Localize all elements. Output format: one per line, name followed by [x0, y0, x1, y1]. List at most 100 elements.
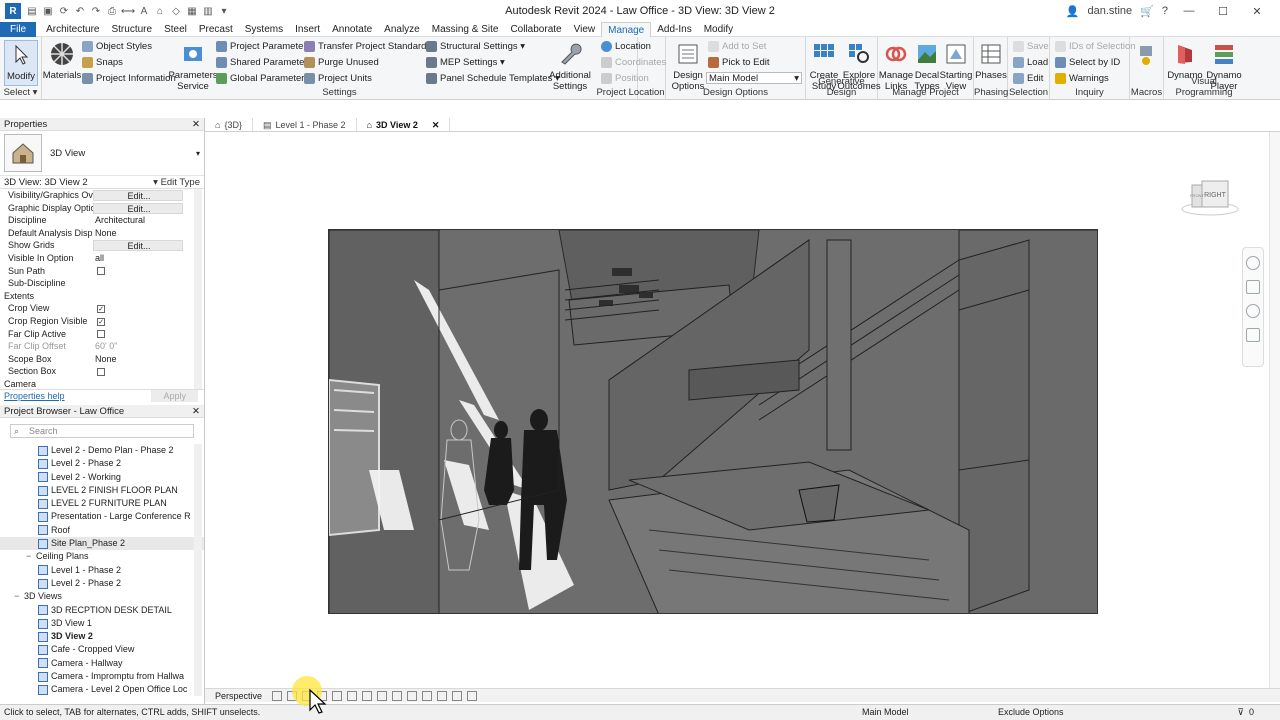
- tab-steel[interactable]: Steel: [158, 22, 193, 37]
- tree-item[interactable]: LEVEL 2 FURNITURE PLAN: [0, 497, 204, 510]
- structural-settings-button[interactable]: Structural Settings ▾: [426, 41, 525, 52]
- tree-item[interactable]: 3D View 1: [0, 617, 204, 630]
- purge-unused-button[interactable]: Purge Unused: [304, 57, 379, 68]
- global-parameters-button[interactable]: Global Parameters: [216, 73, 309, 84]
- exclude-options-toggle[interactable]: Exclude Options: [998, 705, 1064, 720]
- reveal-hidden-icon[interactable]: [407, 690, 418, 701]
- property-row[interactable]: Far Clip Offset 60' 0": [0, 340, 204, 353]
- print-icon[interactable]: ⎙: [105, 4, 119, 18]
- steering-wheel-icon[interactable]: [1246, 256, 1260, 270]
- property-checkbox[interactable]: ✓: [93, 315, 183, 328]
- property-edit-button[interactable]: Edit...: [93, 202, 183, 214]
- tab-level-1-phase-2[interactable]: ▤ Level 1 - Phase 2: [253, 118, 357, 131]
- manage-links-button[interactable]: Manage Links: [879, 40, 913, 92]
- property-row[interactable]: Discipline Architectural: [0, 214, 204, 227]
- customize-qat-icon[interactable]: ▾: [217, 4, 231, 18]
- tab-annotate[interactable]: Annotate: [326, 22, 378, 37]
- tab-file[interactable]: File: [0, 21, 37, 37]
- location-button[interactable]: Location: [601, 41, 651, 52]
- property-row[interactable]: Show Grids Edit...: [0, 239, 204, 252]
- help-icon[interactable]: ?: [1162, 5, 1168, 17]
- sync-icon[interactable]: ⟳: [57, 4, 71, 18]
- tab-precast[interactable]: Precast: [193, 22, 239, 37]
- tree-item[interactable]: Level 2 - Phase 2: [0, 457, 204, 470]
- close-icon[interactable]: ✕: [192, 118, 200, 131]
- tab-modify[interactable]: Modify: [698, 22, 739, 37]
- shared-parameters-button[interactable]: Shared Parameters: [216, 57, 312, 68]
- undo-icon[interactable]: ↶: [73, 4, 87, 18]
- measure-icon[interactable]: ⟷: [121, 4, 135, 18]
- analytical-model-icon[interactable]: [437, 690, 448, 701]
- close-icon[interactable]: ✕: [192, 405, 200, 418]
- drawing-vertical-scrollbar[interactable]: [1269, 132, 1280, 688]
- tab-analyze[interactable]: Analyze: [378, 22, 426, 37]
- property-row[interactable]: Graphic Display Optio...Edit...: [0, 202, 204, 215]
- show-crop-region-icon[interactable]: [362, 690, 373, 701]
- tree-item[interactable]: Level 1 - Phase 2: [0, 564, 204, 577]
- active-design-option[interactable]: Main Model: [862, 705, 909, 720]
- temporary-view-properties-icon[interactable]: [422, 690, 433, 701]
- unlock-3d-view-icon[interactable]: [377, 690, 388, 701]
- save-selection-button[interactable]: Save: [1013, 41, 1049, 52]
- section-icon[interactable]: ◇: [169, 4, 183, 18]
- rendering-icon[interactable]: [332, 690, 343, 701]
- drawing-area[interactable]: RIGHT FRONT: [205, 132, 1269, 688]
- tree-item[interactable]: Level 2 - Phase 2: [0, 577, 204, 590]
- property-value[interactable]: all: [93, 252, 183, 265]
- property-value[interactable]: None: [93, 227, 183, 240]
- property-group-header[interactable]: Extents: [0, 289, 204, 303]
- tree-item[interactable]: LEVEL 2 FINISH FLOOR PLAN: [0, 484, 204, 497]
- tab-add-ins[interactable]: Add-Ins: [651, 22, 697, 37]
- tree-item[interactable]: Camera - Hallway: [0, 657, 204, 670]
- property-edit-button[interactable]: Edit...: [93, 190, 183, 201]
- parameters-service-button[interactable]: Parameters Service: [168, 40, 218, 92]
- tree-item[interactable]: Roof: [0, 524, 204, 537]
- tab-manage[interactable]: Manage: [601, 21, 652, 37]
- dynamo-button[interactable]: Dynamo: [1167, 40, 1203, 81]
- user-name[interactable]: dan.stine: [1088, 5, 1133, 17]
- project-units-button[interactable]: Project Units: [304, 73, 372, 84]
- property-edit-button[interactable]: Edit...: [93, 240, 183, 252]
- load-selection-button[interactable]: Load: [1013, 57, 1048, 68]
- tab-architecture[interactable]: Architecture: [40, 22, 105, 37]
- zoom-icon[interactable]: [1246, 280, 1260, 294]
- project-information-button[interactable]: Project Information: [82, 73, 176, 84]
- temporary-hide-icon[interactable]: [392, 690, 403, 701]
- property-row[interactable]: Visibility/Graphics Ov... Edit...: [0, 189, 204, 202]
- materials-button[interactable]: Materials: [43, 40, 81, 81]
- property-row[interactable]: Sun Path: [0, 265, 204, 278]
- tab-3d-default[interactable]: ⌂ {3D}: [205, 118, 253, 131]
- browser-scrollbar[interactable]: [194, 444, 202, 696]
- project-parameters-button[interactable]: Project Parameters: [216, 41, 311, 52]
- switch-windows-icon[interactable]: ▥: [201, 4, 215, 18]
- property-value[interactable]: 60' 0": [93, 340, 183, 353]
- checkbox[interactable]: ✓: [97, 317, 105, 326]
- select-by-id-button[interactable]: Select by ID: [1055, 57, 1120, 68]
- redo-icon[interactable]: ↷: [89, 4, 103, 18]
- browser-search-input[interactable]: ⌕ Search: [10, 424, 194, 438]
- tree-item[interactable]: Camera - Level 2 Open Office Loc: [0, 683, 204, 696]
- close-tab-icon[interactable]: ✕: [432, 118, 440, 132]
- macros-panel-label[interactable]: Macros: [1130, 87, 1163, 98]
- starting-view-button[interactable]: Starting View: [940, 40, 972, 92]
- panel-schedule-templates-button[interactable]: Panel Schedule Templates ▾: [426, 73, 560, 84]
- property-row[interactable]: Section Box: [0, 365, 204, 378]
- filter-icon[interactable]: ⊽: [1237, 705, 1244, 720]
- property-value[interactable]: [93, 277, 183, 290]
- add-to-set-button[interactable]: Add to Set: [708, 41, 766, 52]
- edit-type-button[interactable]: ▾ Edit Type: [153, 176, 200, 189]
- select-panel-label[interactable]: Select ▾: [0, 87, 41, 98]
- main-model-dropdown[interactable]: Main Model ▾: [706, 72, 802, 84]
- highlight-displacement-icon[interactable]: [452, 690, 463, 701]
- phases-button[interactable]: Phases: [975, 40, 1007, 81]
- property-row[interactable]: Visible In Option all: [0, 252, 204, 265]
- property-value[interactable]: Architectural: [93, 214, 183, 227]
- property-row[interactable]: Scope Box None: [0, 353, 204, 366]
- 3d-view-icon[interactable]: ⌂: [153, 4, 167, 18]
- perspective-label[interactable]: Perspective: [205, 691, 272, 701]
- maximize-button[interactable]: ☐: [1210, 5, 1236, 18]
- revit-logo-icon[interactable]: R: [5, 3, 21, 19]
- viewcube[interactable]: RIGHT FRONT: [1180, 177, 1240, 217]
- property-row[interactable]: Far Clip Active: [0, 328, 204, 341]
- design-options-button[interactable]: Design Options: [670, 40, 706, 92]
